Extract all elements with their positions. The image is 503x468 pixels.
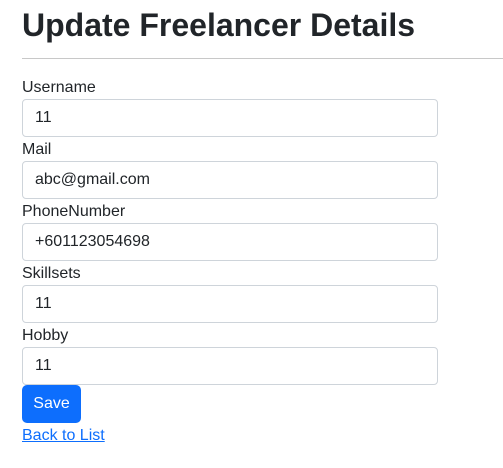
- skillsets-label: Skillsets: [22, 265, 81, 282]
- hobby-label: Hobby: [22, 327, 69, 344]
- title-divider: [22, 58, 503, 59]
- skillsets-field-group: Skillsets: [22, 262, 438, 324]
- username-label: Username: [22, 79, 96, 96]
- phone-number-label: PhoneNumber: [22, 203, 126, 220]
- mail-field-group: Mail: [22, 138, 438, 200]
- save-button[interactable]: Save: [22, 385, 81, 423]
- freelancer-form: Username Mail PhoneNumber Skillsets Hobb…: [22, 76, 438, 386]
- skillsets-input[interactable]: [22, 285, 438, 323]
- back-to-list-link[interactable]: Back to List: [22, 426, 105, 446]
- phone-number-field-group: PhoneNumber: [22, 200, 438, 262]
- hobby-input[interactable]: [22, 347, 438, 385]
- page-title: Update Freelancer Details: [22, 7, 416, 43]
- phone-number-input[interactable]: [22, 223, 438, 261]
- username-field-group: Username: [22, 76, 438, 138]
- mail-input[interactable]: [22, 161, 438, 199]
- username-input[interactable]: [22, 99, 438, 137]
- mail-label: Mail: [22, 141, 52, 158]
- edit-freelancer-page: Update Freelancer Details Username Mail …: [0, 0, 503, 468]
- hobby-field-group: Hobby: [22, 324, 438, 386]
